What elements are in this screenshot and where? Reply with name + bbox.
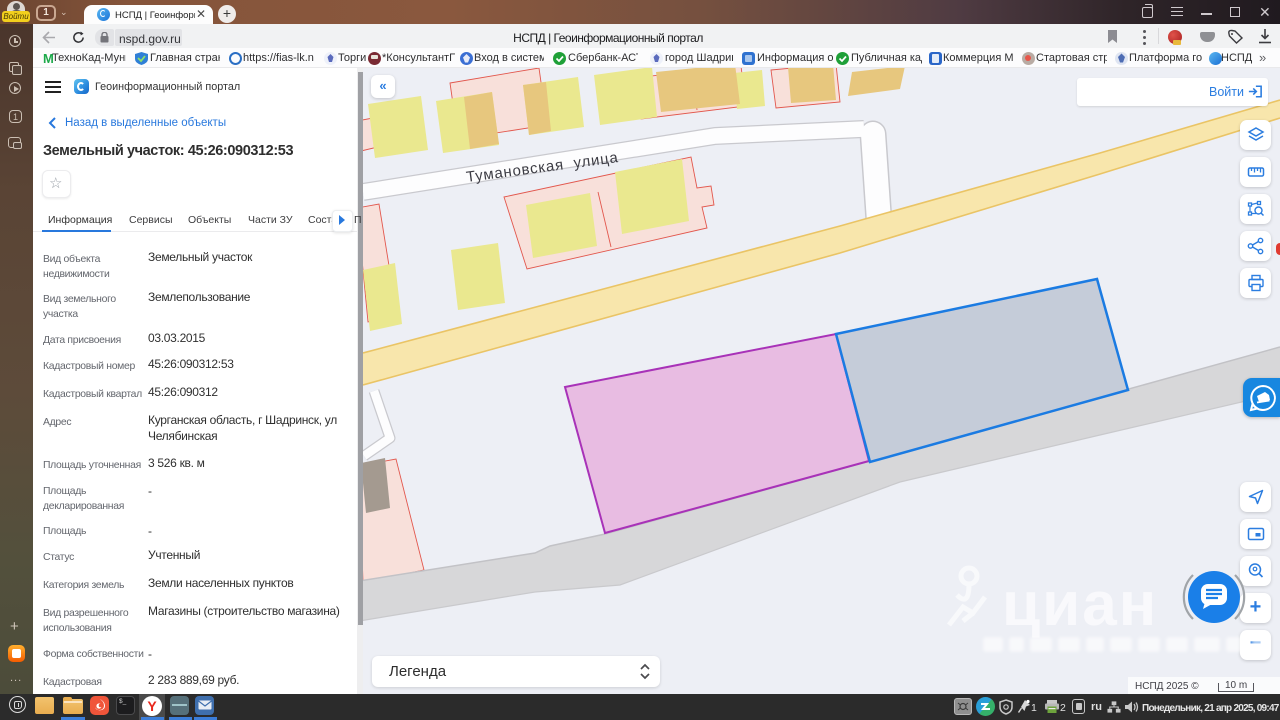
svg-text:циан: циан	[1002, 570, 1158, 638]
